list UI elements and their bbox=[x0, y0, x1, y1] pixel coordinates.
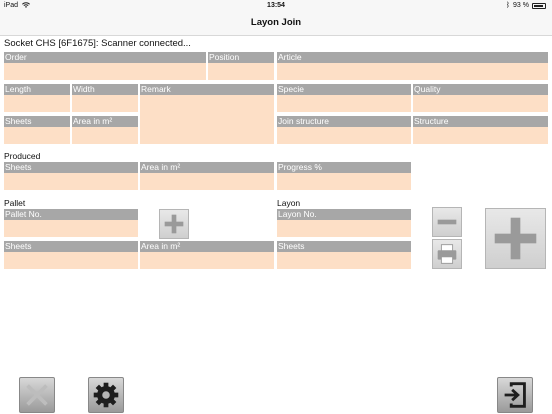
produced-area-field[interactable] bbox=[140, 173, 274, 190]
plus-icon bbox=[494, 217, 537, 260]
x-icon bbox=[26, 384, 48, 406]
layon-no-field[interactable] bbox=[277, 220, 411, 237]
pallet-area-field[interactable] bbox=[140, 252, 274, 269]
order-field[interactable] bbox=[4, 63, 206, 80]
status-time: 13:54 bbox=[267, 2, 285, 9]
article-field[interactable] bbox=[277, 63, 548, 80]
position-field[interactable] bbox=[208, 63, 274, 80]
article-label: Article bbox=[277, 52, 548, 63]
connection-status: Socket CHS [6F1675]: Scanner connected..… bbox=[4, 38, 191, 49]
width-label: Width bbox=[72, 84, 138, 95]
bluetooth-icon: ᛒ bbox=[505, 2, 511, 9]
gear-icon bbox=[93, 382, 119, 408]
position-label: Position bbox=[208, 52, 274, 63]
battery-icon bbox=[532, 3, 546, 9]
remove-layon-button[interactable] bbox=[432, 207, 462, 237]
width-field[interactable] bbox=[72, 95, 138, 112]
settings-button[interactable] bbox=[88, 377, 124, 413]
structure-label: Structure bbox=[413, 116, 548, 127]
exit-button[interactable] bbox=[497, 377, 533, 413]
pallet-area-label: Area in m² bbox=[140, 241, 274, 252]
cancel-button[interactable] bbox=[19, 377, 55, 413]
order-label: Order bbox=[4, 52, 206, 63]
pallet-sheets-field[interactable] bbox=[4, 252, 138, 269]
sheets-field[interactable] bbox=[4, 127, 70, 144]
layon-sheets-field[interactable] bbox=[277, 252, 411, 269]
area-field[interactable] bbox=[72, 127, 138, 144]
pallet-no-label: Pallet No. bbox=[4, 209, 138, 220]
page-title: Layon Join bbox=[250, 17, 302, 28]
quality-label: Quality bbox=[413, 84, 548, 95]
status-bar: iPad 13:54 ᛒ 93 % bbox=[0, 0, 552, 12]
progress-label: Progress % bbox=[277, 162, 411, 173]
minus-icon bbox=[437, 219, 457, 225]
produced-area-label: Area in m² bbox=[140, 162, 274, 173]
specie-label: Specie bbox=[277, 84, 411, 95]
pallet-sheets-label: Sheets bbox=[4, 241, 138, 252]
nav-bar: Layon Join bbox=[0, 12, 552, 36]
pallet-no-field[interactable] bbox=[4, 220, 138, 237]
sheets-label: Sheets bbox=[4, 116, 70, 127]
layon-heading: Layon bbox=[277, 198, 301, 208]
printer-icon bbox=[437, 244, 457, 264]
layon-no-label: Layon No. bbox=[277, 209, 411, 220]
plus-icon bbox=[164, 214, 184, 234]
quality-field[interactable] bbox=[413, 95, 548, 112]
exit-icon bbox=[504, 382, 526, 408]
structure-field[interactable] bbox=[413, 127, 548, 144]
length-field[interactable] bbox=[4, 95, 70, 112]
progress-field[interactable] bbox=[277, 173, 411, 190]
remark-field[interactable] bbox=[140, 95, 274, 144]
area-label: Area in m² bbox=[72, 116, 138, 127]
add-pallet-button[interactable] bbox=[159, 209, 189, 239]
join-structure-field[interactable] bbox=[277, 127, 411, 144]
join-structure-label: Join structure bbox=[277, 116, 411, 127]
produced-sheets-label: Sheets bbox=[4, 162, 138, 173]
produced-sheets-field[interactable] bbox=[4, 173, 138, 190]
length-label: Length bbox=[4, 84, 70, 95]
layon-sheets-label: Sheets bbox=[277, 241, 411, 252]
add-layon-button[interactable] bbox=[485, 208, 546, 269]
pallet-heading: Pallet bbox=[4, 198, 26, 208]
produced-heading: Produced bbox=[4, 151, 41, 161]
remark-label: Remark bbox=[140, 84, 274, 95]
specie-field[interactable] bbox=[277, 95, 411, 112]
battery-percent: 93 % bbox=[513, 2, 529, 9]
print-button[interactable] bbox=[432, 239, 462, 269]
